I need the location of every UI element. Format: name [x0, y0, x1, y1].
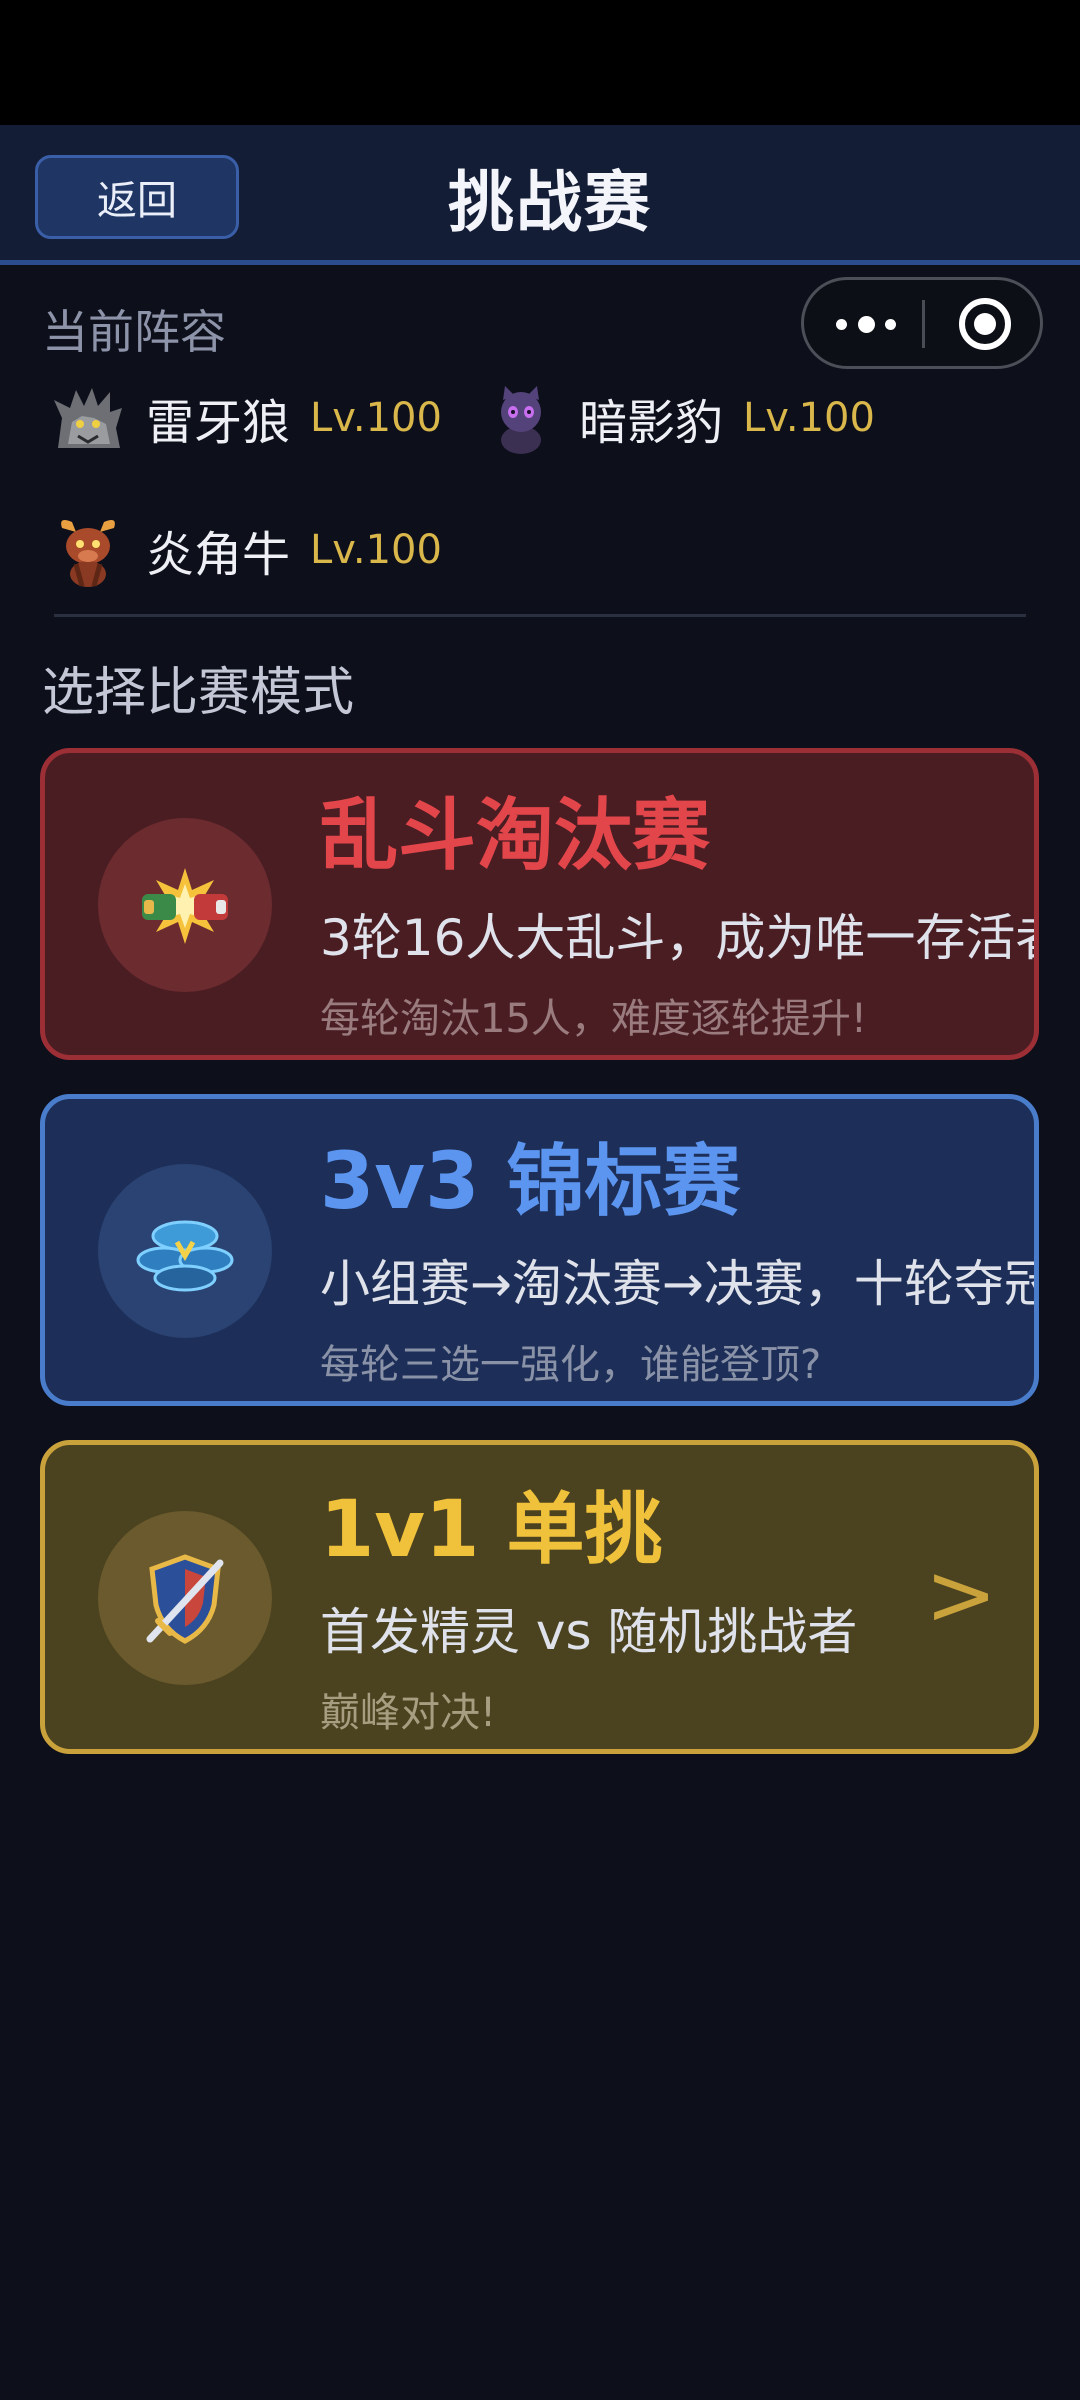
mode-description: 首发精灵 vs 随机挑战者	[320, 1603, 858, 1661]
mode-select-label: 选择比赛模式	[42, 663, 355, 723]
back-button[interactable]: 返回	[35, 155, 239, 239]
mode-card-3v3[interactable]: 3v3 锦标赛 小组赛→淘汰赛→决赛，十轮夺冠 每轮三选一强化，谁能登顶?	[40, 1094, 1039, 1406]
more-icon[interactable]	[836, 302, 896, 346]
lineup-pet: 炎角牛 Lv.100	[48, 505, 442, 595]
pet-level: Lv.100	[310, 527, 442, 573]
mode-card-brawl[interactable]: 乱斗淘汰赛 3轮16人大乱斗，成为唯一存活者 每轮淘汰15人，难度逐轮提升!	[40, 748, 1039, 1060]
lineup-label: 当前阵容	[42, 305, 226, 359]
mode-note: 每轮三选一强化，谁能登顶?	[320, 1342, 822, 1388]
shadow-panther-icon	[501, 386, 541, 454]
capsule-divider	[922, 300, 925, 348]
chevron-right-icon: >	[925, 1545, 998, 1645]
status-bar	[0, 0, 1080, 125]
mode-title: 1v1 单挑	[320, 1485, 663, 1575]
mode-description: 3轮16人大乱斗，成为唯一存活者	[320, 909, 1039, 967]
mode-note: 巅峰对决!	[320, 1690, 497, 1736]
brawl-icon-circle	[98, 818, 272, 992]
mode-card-1v1[interactable]: 1v1 单挑 首发精灵 vs 随机挑战者 巅峰对决! >	[40, 1440, 1039, 1754]
mode-description: 小组赛→淘汰赛→决赛，十轮夺冠	[320, 1255, 1039, 1313]
tournament-icon-circle	[98, 1164, 272, 1338]
thunder-wolf-icon	[54, 388, 122, 448]
pet-name: 炎角牛	[146, 527, 291, 583]
mini-program-capsule	[801, 277, 1043, 369]
pet-name: 暗影豹	[579, 395, 724, 451]
pet-level: Lv.100	[743, 395, 875, 441]
mode-note: 每轮淘汰15人，难度逐轮提升!	[320, 996, 867, 1042]
lineup-pet: 暗影豹 Lv.100	[481, 373, 875, 463]
brawl-clash-icon	[142, 868, 228, 944]
flame-bull-icon	[61, 520, 115, 587]
pet-level: Lv.100	[310, 395, 442, 441]
shield-sword-icon	[146, 1554, 224, 1644]
mode-title: 乱斗淘汰赛	[320, 791, 711, 881]
lineup-pet: 雷牙狼 Lv.100	[48, 373, 442, 463]
mode-title: 3v3 锦标赛	[320, 1137, 741, 1227]
section-divider	[54, 614, 1026, 617]
tournament-platform-icon	[136, 1220, 234, 1292]
nav-bar: 返回 挑战赛	[0, 125, 1080, 265]
page-title: 挑战赛	[448, 164, 652, 241]
close-target-icon[interactable]	[959, 298, 1011, 350]
duel-icon-circle	[98, 1511, 272, 1685]
pet-name: 雷牙狼	[146, 395, 291, 451]
